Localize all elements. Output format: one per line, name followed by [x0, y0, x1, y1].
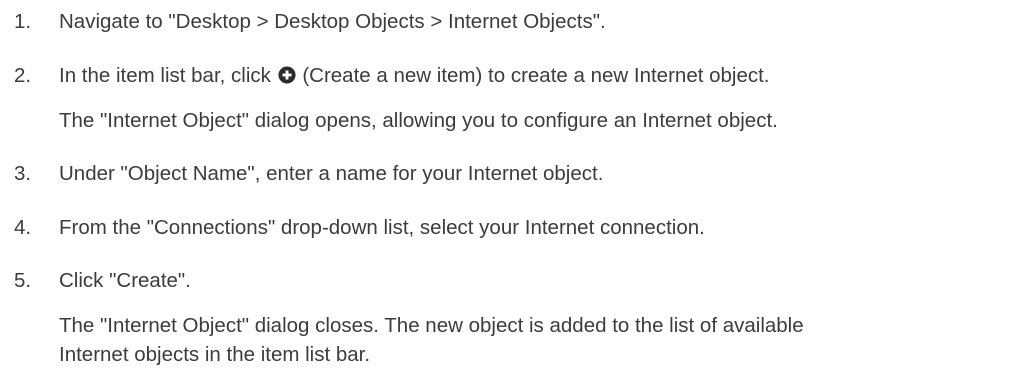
step-text-before-icon: In the item list bar, click: [59, 64, 271, 87]
step-text: Navigate to "Desktop > Desktop Objects >…: [59, 10, 606, 33]
step-text-after-icon: (Create a new item) to create a new Inte…: [302, 64, 770, 87]
step-text: Under "Object Name", enter a name for yo…: [59, 162, 604, 185]
step-number: 2.: [14, 64, 32, 87]
step-number: 4.: [14, 216, 32, 239]
step-text: From the "Connections" drop-down list, s…: [59, 216, 705, 239]
instruction-list: 1. Navigate to "Desktop > Desktop Object…: [0, 0, 1023, 385]
step-result-text: Internet objects in the item list bar.: [59, 343, 371, 366]
step-result-text: The "Internet Object" dialog opens, allo…: [59, 109, 778, 132]
step-text: Click "Create".: [59, 269, 191, 292]
step-result-text: The "Internet Object" dialog closes. The…: [59, 314, 804, 337]
plus-circle-icon: [278, 66, 296, 84]
step-text: In the item list bar, click (Create a ne…: [59, 64, 770, 88]
step-number: 5.: [14, 269, 32, 292]
step-number: 3.: [14, 162, 32, 185]
step-number: 1.: [14, 10, 32, 33]
